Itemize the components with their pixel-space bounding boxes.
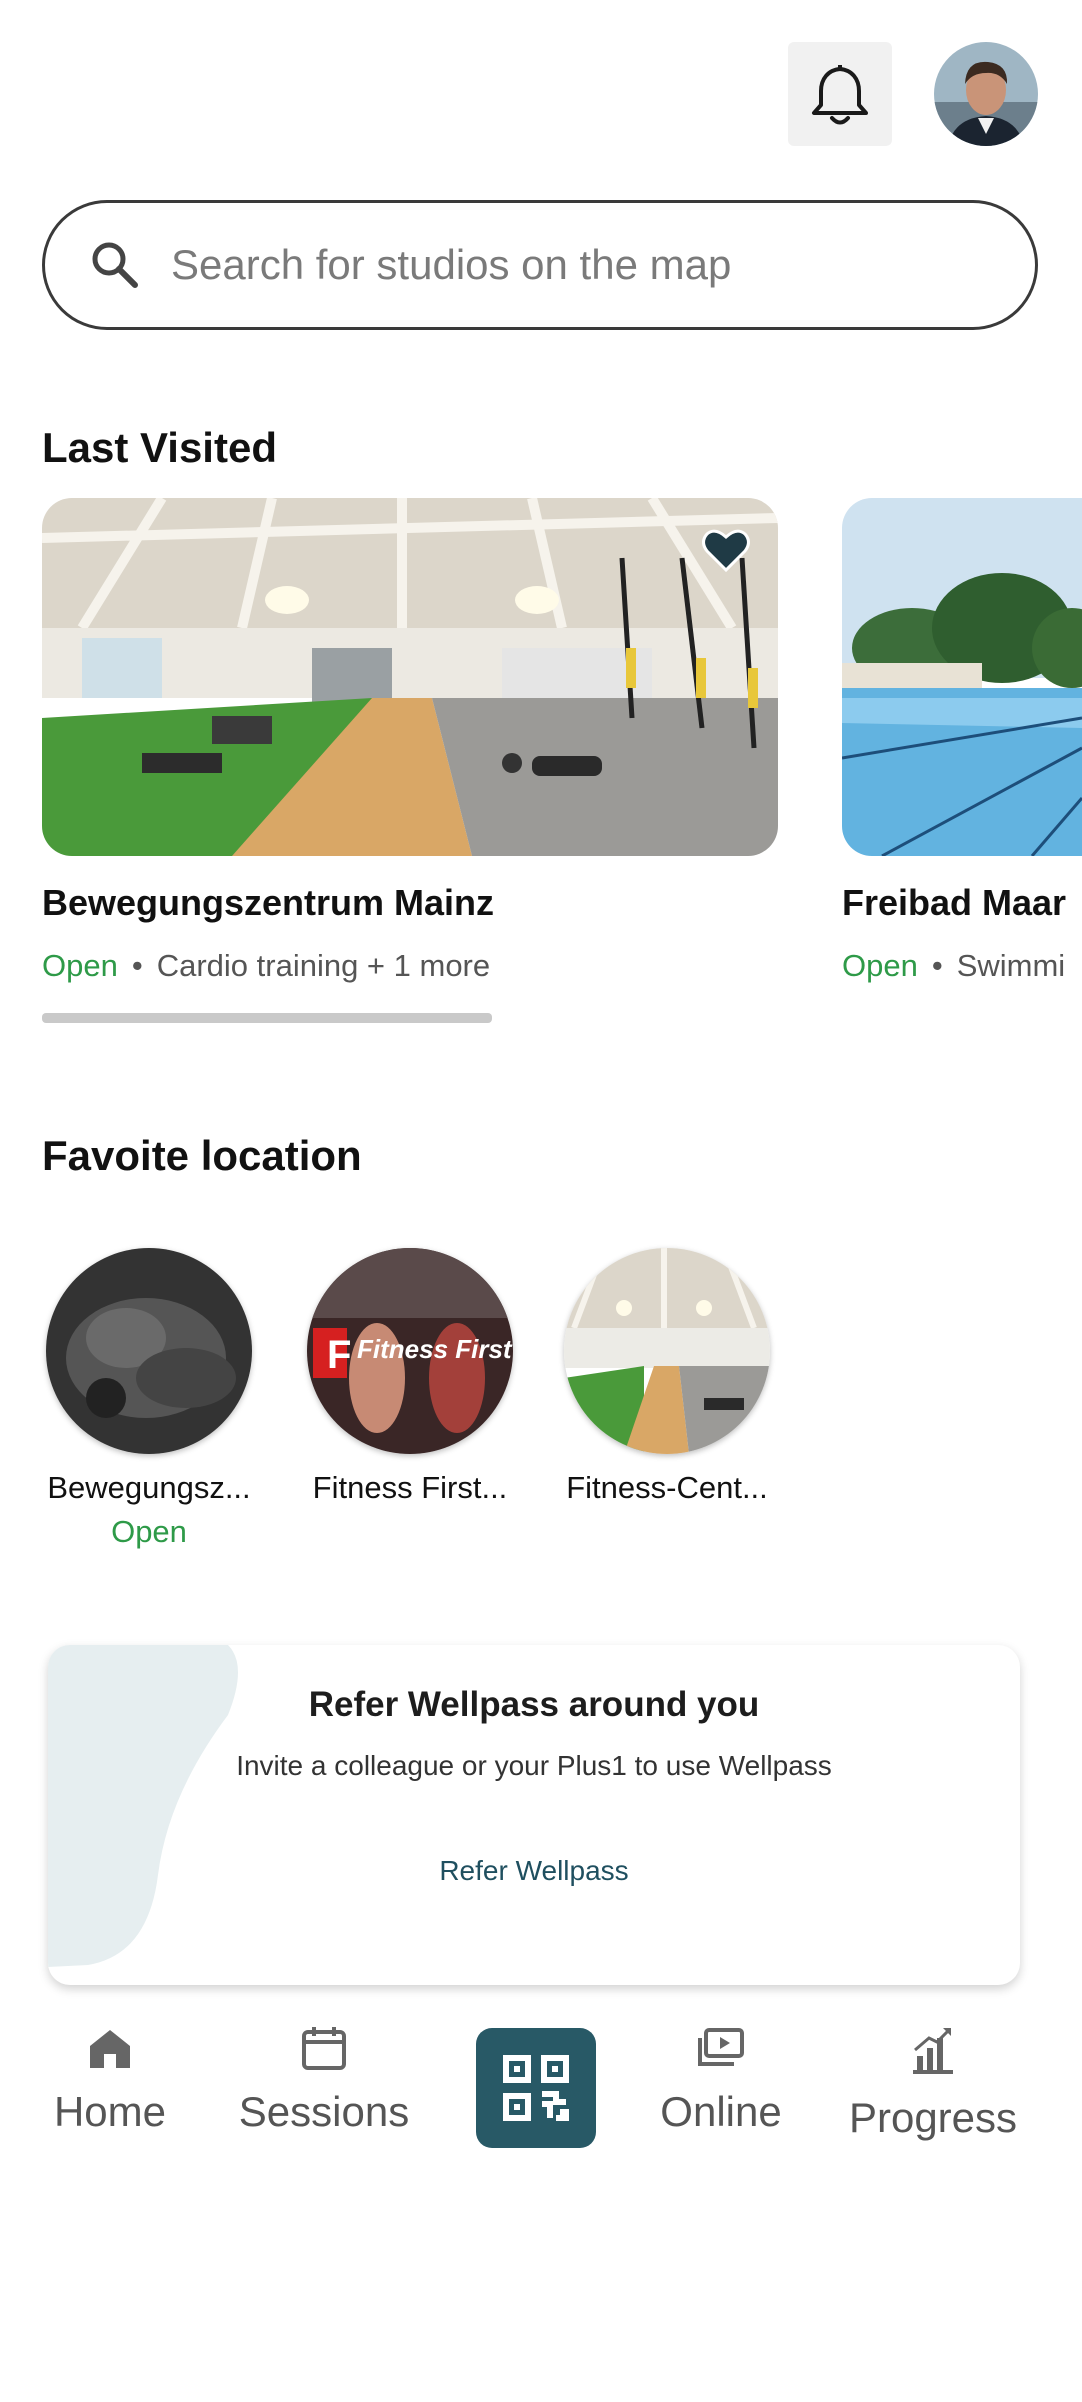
qr-checkin-button[interactable] <box>476 2028 596 2148</box>
nav-home[interactable]: Home <box>50 2026 170 2136</box>
user-avatar-icon <box>934 42 1038 146</box>
favorite-location-item[interactable]: Bewegungsz... Open <box>44 1248 254 1550</box>
favorite-location-heading: Favoite location <box>42 1132 362 1179</box>
nav-progress[interactable]: Progress <box>838 2026 1028 2142</box>
studio-name: Freibad Maar <box>842 882 1067 923</box>
studio-photo-pool <box>842 498 1082 856</box>
nav-online[interactable]: Online <box>646 2026 796 2136</box>
qr-code-icon <box>503 2055 569 2121</box>
notifications-button[interactable] <box>788 42 892 146</box>
nav-sessions-label: Sessions <box>238 2088 410 2135</box>
studio-name: Bewegungszentrum Mainz <box>42 882 495 923</box>
favorite-location-item[interactable]: F Fitness First Fitness First... <box>305 1248 515 1506</box>
studio-meta: Open • Cardio training + 1 more <box>42 948 778 984</box>
nav-sessions[interactable]: Sessions <box>234 2026 414 2136</box>
refer-wellpass-card: Refer Wellpass around you Invite a colle… <box>48 1645 1020 1985</box>
bell-icon <box>812 65 868 125</box>
svg-text:F: F <box>327 1333 351 1377</box>
carousel-scroll-indicator <box>42 1013 492 1023</box>
search-icon <box>92 242 138 288</box>
video-library-icon <box>698 2028 744 2066</box>
studio-photo-gym <box>42 498 778 856</box>
calendar-icon <box>302 2027 346 2070</box>
studio-activity: Cardio training + 1 more <box>156 948 491 983</box>
favorite-location-logo: F Fitness First <box>307 1248 513 1454</box>
favorite-location-name: Fitness First... <box>312 1470 508 1505</box>
search-bar[interactable] <box>42 200 1038 330</box>
separator-dot: • <box>931 948 943 983</box>
studio-status: Open <box>842 948 918 983</box>
refer-wellpass-link[interactable]: Refer Wellpass <box>48 1855 1020 1887</box>
favorite-location-status: Open <box>111 1514 187 1549</box>
nav-online-label: Online <box>660 2088 782 2135</box>
last-visited-heading: Last Visited <box>42 424 277 471</box>
bar-chart-icon <box>913 2028 953 2074</box>
favorite-location-item[interactable]: Fitness-Cent... <box>562 1248 772 1506</box>
favorite-location-photo <box>564 1248 770 1454</box>
profile-avatar[interactable] <box>934 42 1038 146</box>
favorite-heart-icon[interactable] <box>702 528 750 572</box>
separator-dot: • <box>131 948 143 983</box>
studio-activity: Swimmi <box>956 948 1066 983</box>
nav-home-label: Home <box>53 2088 167 2135</box>
studio-card[interactable]: Bewegungszentrum Mainz Open • Cardio train… <box>42 498 778 984</box>
refer-subtitle: Invite a colleague or your Plus1 to use … <box>236 1750 832 1781</box>
studio-status: Open <box>42 948 118 983</box>
fitness-first-logo-text: Fitness First <box>357 1334 512 1364</box>
refer-title: Refer Wellpass around you <box>308 1685 760 1724</box>
studio-meta: Open • Swimmi <box>842 948 1082 984</box>
nav-progress-label: Progress <box>848 2094 1018 2141</box>
favorite-location-name: Fitness-Cent... <box>566 1470 768 1505</box>
search-input[interactable] <box>171 241 991 289</box>
studio-card[interactable]: Freibad Maar Open • Swimmi <box>842 498 1082 984</box>
bottom-navigation: Home Sessions Online Progress <box>0 2010 1082 2160</box>
home-icon <box>90 2030 130 2068</box>
favorite-location-name: Bewegungsz... <box>47 1470 251 1505</box>
favorite-location-photo <box>46 1248 252 1454</box>
